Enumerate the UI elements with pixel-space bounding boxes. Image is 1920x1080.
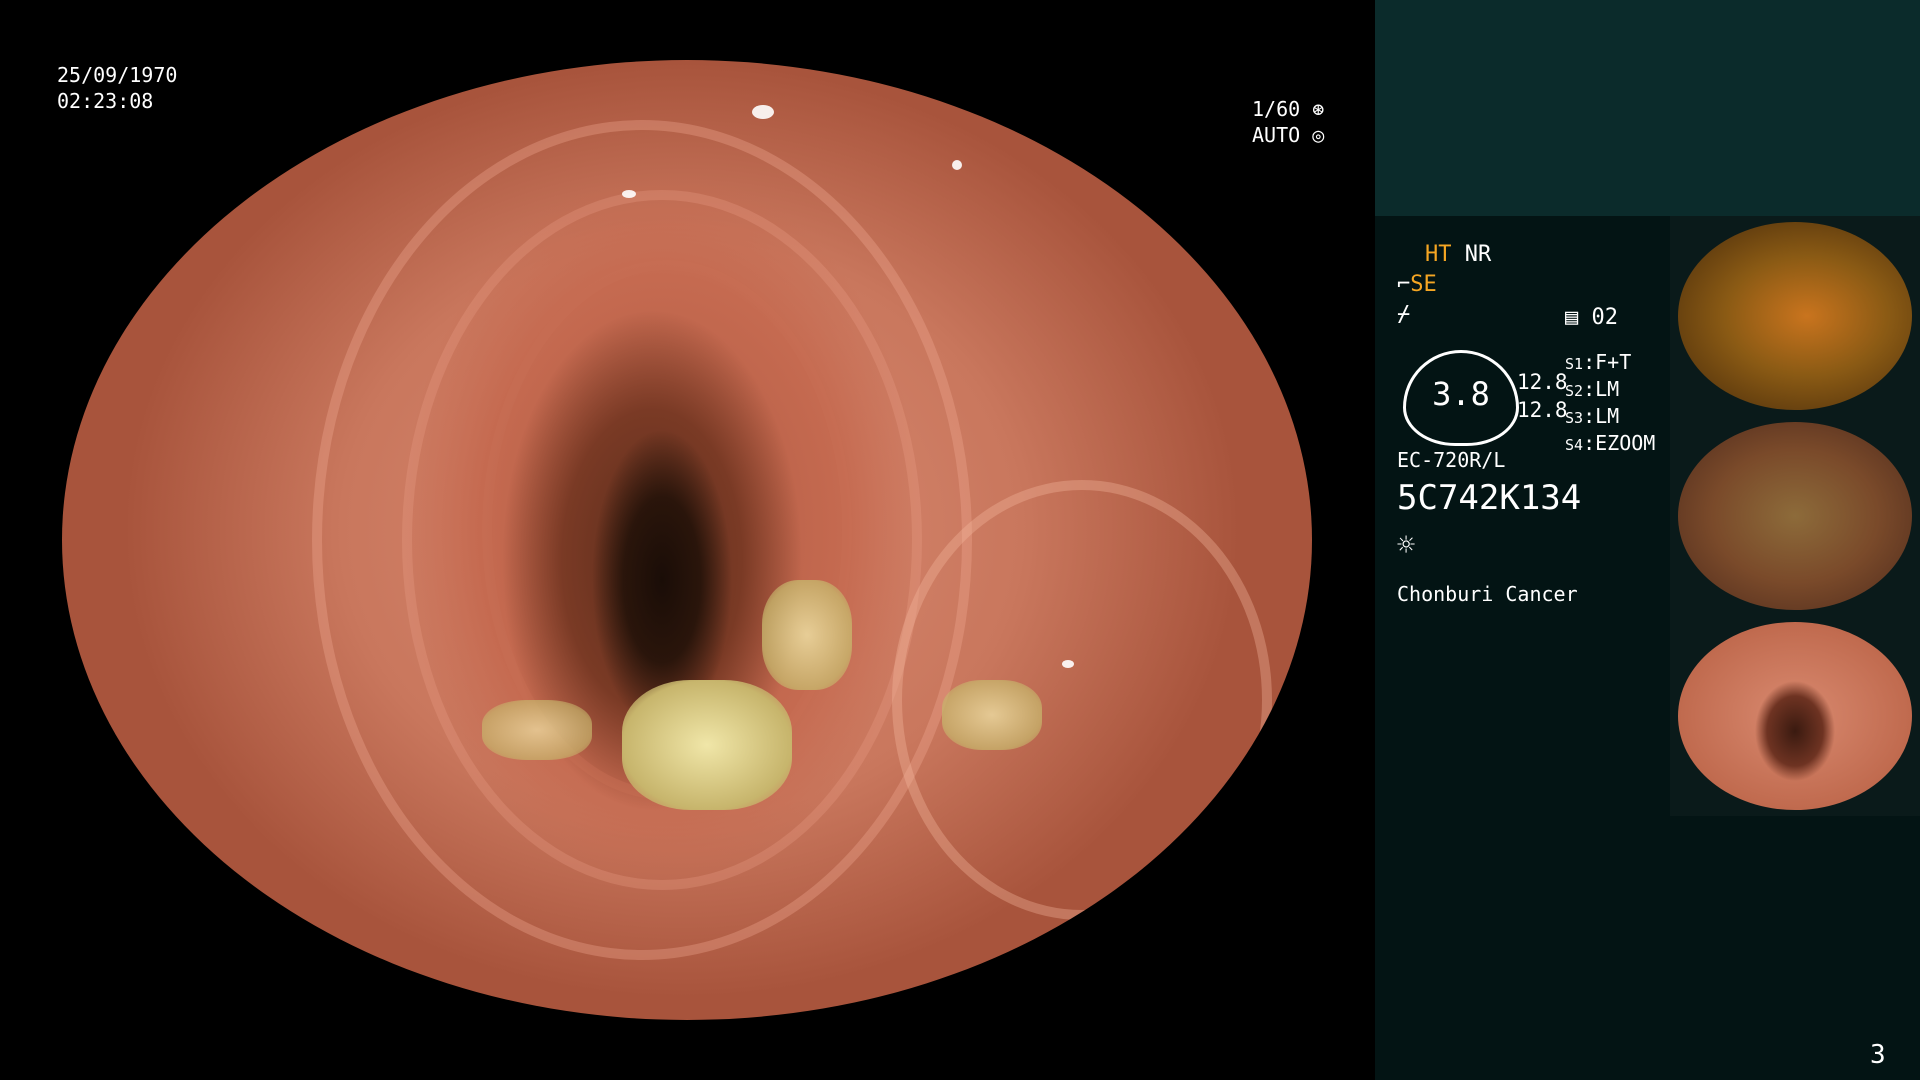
thumbnail-2[interactable]	[1670, 416, 1920, 616]
mode-ht: HT	[1425, 242, 1452, 267]
light-reflection	[952, 160, 962, 170]
shutter-icon: ⊛	[1312, 97, 1325, 121]
thumbnail-3[interactable]	[1670, 616, 1920, 816]
stool-debris	[622, 680, 792, 810]
settings-list: S1:F+T S2:LM S3:LM S4:EZOOM	[1565, 350, 1655, 458]
light-reflection	[1062, 660, 1074, 668]
value-top: 12.8	[1517, 370, 1568, 394]
facility-name: Chonburi Cancer	[1397, 582, 1578, 606]
iris-icon: ◎	[1312, 123, 1325, 147]
endoscopic-image	[62, 60, 1312, 1020]
datetime-overlay: 25/09/1970 02:23:08	[57, 62, 177, 114]
image-mode-row: HT NR	[1425, 242, 1491, 267]
setting-s1: S1:F+T	[1565, 350, 1632, 374]
stool-debris	[762, 580, 852, 690]
zoom-gauge: 3.8	[1403, 350, 1519, 446]
mode-nr: NR	[1464, 242, 1492, 267]
thumbnail-image	[1678, 222, 1912, 410]
enhance-icon: ⌐	[1397, 272, 1411, 297]
scope-serial: 5C742K134	[1397, 478, 1582, 518]
setting-s3: S3:LM	[1565, 404, 1620, 428]
exam-date: 25/09/1970	[57, 63, 178, 87]
light-reflection	[752, 105, 774, 119]
stool-debris	[942, 680, 1042, 750]
value-bottom: 12.8	[1517, 398, 1568, 422]
panel-header	[1375, 0, 1920, 216]
page-number: 3	[1870, 1040, 1886, 1070]
iris-mode: AUTO	[1252, 123, 1301, 147]
memory-label: 02	[1591, 305, 1619, 330]
thumbnail-image	[1678, 422, 1912, 610]
info-panel: HT NR ⌐SE ⌿ ▤ 02 3.8 12.8 12.8 S1:F+T S2…	[1375, 0, 1920, 1080]
shutter-speed: 1/60	[1252, 97, 1301, 121]
exposure-overlay: 1/60 ⊛ AUTO ◎	[1252, 96, 1324, 148]
light-reflection	[622, 190, 636, 198]
thumbnail-image	[1678, 622, 1912, 810]
memory-icon: ▤	[1565, 305, 1579, 330]
stool-debris	[482, 700, 592, 760]
memory-row: ▤ 02	[1565, 305, 1618, 330]
thumbnail-1[interactable]	[1670, 216, 1920, 416]
exam-time: 02:23:08	[57, 89, 154, 113]
light-icon: ☼	[1397, 528, 1416, 563]
gauge-value: 3.8	[1432, 375, 1490, 413]
enhancement-row: ⌐SE	[1397, 272, 1437, 297]
mode-se: SE	[1410, 272, 1437, 297]
filter-icon: ⌿	[1397, 302, 1411, 327]
scope-model: EC-720R/L	[1397, 448, 1506, 472]
setting-s4: S4:EZOOM	[1565, 431, 1656, 455]
setting-s2: S2:LM	[1565, 377, 1620, 401]
endoscopy-view: 25/09/1970 02:23:08 1/60 ⊛ AUTO ◎	[0, 0, 1375, 1080]
